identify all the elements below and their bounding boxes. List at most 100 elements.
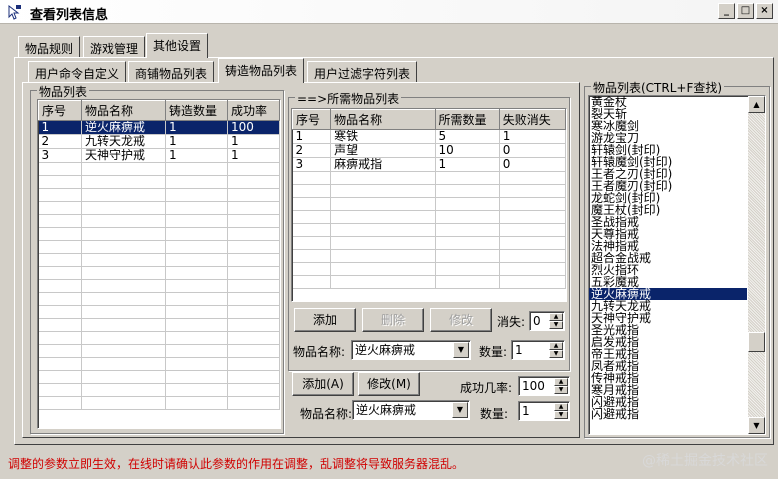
list-item[interactable]: 魔王杖(封印)	[589, 204, 747, 216]
close-button[interactable]: ×	[756, 3, 773, 19]
column-header-item-name[interactable]: 物品名称	[330, 109, 436, 130]
vanish-spinner[interactable]: 0 ▲ ▼	[529, 311, 565, 331]
column-header-index[interactable]: 序号	[292, 109, 332, 130]
vertical-scrollbar[interactable]: ▲ ▼	[748, 96, 765, 434]
tab-shop-items[interactable]: 商铺物品列表	[128, 61, 215, 83]
cell: 3	[38, 148, 82, 163]
list-item[interactable]: 寒月戒指	[589, 384, 747, 396]
chevron-down-icon[interactable]: ▼	[452, 402, 468, 418]
spin-up-icon[interactable]: ▲	[549, 342, 563, 350]
spin-down-icon[interactable]: ▼	[549, 350, 563, 358]
required-qty-label: 数量:	[479, 345, 508, 359]
list-item[interactable]: 轩辕剑(封印)	[589, 144, 747, 156]
cell: 1	[227, 148, 280, 163]
required-qty-spinner[interactable]: 1 ▲ ▼	[511, 340, 565, 360]
maximize-button[interactable]: □	[737, 3, 754, 19]
cell: 寒铁	[330, 129, 436, 144]
column-header-required-qty[interactable]: 所需数量	[434, 109, 500, 130]
success-rate-spinner[interactable]: 100 ▲ ▼	[518, 376, 570, 396]
tab-user-commands[interactable]: 用户命令自定义	[28, 61, 127, 83]
list-item[interactable]: 启发戒指	[589, 336, 747, 348]
minimize-button[interactable]: _	[718, 3, 735, 19]
list-item[interactable]: 烈火指环	[589, 264, 747, 276]
list-item[interactable]: 天尊指戒	[589, 228, 747, 240]
required-item-name-label: 物品名称:	[293, 345, 346, 359]
scroll-thumb[interactable]	[748, 332, 765, 352]
title-bar[interactable]: 查看列表信息 _ □ ×	[0, 0, 778, 24]
scroll-up-icon[interactable]: ▲	[748, 96, 765, 113]
cell: 1	[227, 134, 280, 149]
table-row[interactable]: 3 麻痹戒指 1 0	[292, 157, 566, 172]
list-item[interactable]: 天神守护戒	[589, 312, 747, 324]
table-row[interactable]: 3 天神守护戒 1 1	[38, 148, 280, 163]
spin-up-icon[interactable]: ▲	[554, 378, 568, 386]
table-row[interactable]: 1 寒铁 5 1	[292, 129, 566, 144]
tab-other-settings[interactable]: 其他设置	[146, 33, 209, 58]
list-item[interactable]: 闪避戒指	[589, 396, 747, 408]
list-item[interactable]: 闪避戒指	[589, 408, 747, 420]
list-item[interactable]: 游龙宝刀	[589, 132, 747, 144]
item-list-group: 物品列表 序号 物品名称 铸造数量 成功率 1 逆火麻痹戒 1 100 2 九转…	[30, 83, 284, 434]
all-items-group: 物品列表(CTRL+F查找) 黄金杖 裂天斩 寒冰魔剑 游龙宝刀 轩辕剑(封印)…	[584, 79, 770, 438]
list-item[interactable]: 寒冰魔剑	[589, 120, 747, 132]
cell: 1	[292, 129, 332, 144]
list-item[interactable]: 王者魔刃(封印)	[589, 180, 747, 192]
tab-user-filter-chars[interactable]: 用户过滤字符列表	[307, 61, 418, 83]
list-item[interactable]: 裂天斩	[589, 108, 747, 120]
table-row[interactable]: 2 声望 10 0	[292, 143, 566, 158]
success-rate-label: 成功几率:	[460, 381, 513, 395]
spin-down-icon[interactable]: ▼	[554, 411, 568, 419]
add-required-item-button[interactable]: 添加	[294, 308, 356, 332]
chevron-down-icon[interactable]: ▼	[453, 342, 469, 358]
cell: 天神守护戒	[81, 148, 166, 163]
required-item-name-combo[interactable]: 逆火麻痹戒 ▼	[351, 340, 471, 360]
list-item[interactable]: 传神戒指	[589, 372, 747, 384]
list-item[interactable]: 黄金杖	[589, 96, 747, 108]
spin-down-icon[interactable]: ▼	[554, 386, 568, 394]
list-item[interactable]: 法神指戒	[589, 240, 747, 252]
cell: 0	[499, 157, 566, 172]
list-item[interactable]: 圣光戒指	[589, 324, 747, 336]
list-item[interactable]: 帝王戒指	[589, 348, 747, 360]
all-items-listbox[interactable]: 黄金杖 裂天斩 寒冰魔剑 游龙宝刀 轩辕剑(封印) 轩辕魔剑(封印) 王者之刃(…	[588, 95, 766, 435]
list-item[interactable]: 超合金战戒	[589, 252, 747, 264]
cell: 0	[499, 143, 566, 158]
cell: 10	[435, 143, 500, 158]
spin-up-icon[interactable]: ▲	[554, 403, 568, 411]
modify-required-item-button[interactable]: 修改	[430, 308, 492, 332]
cell: 九转天龙戒	[81, 134, 166, 149]
list-item[interactable]: 王者之刃(封印)	[589, 168, 747, 180]
list-item[interactable]: 五彩魔戒	[589, 276, 747, 288]
scroll-down-icon[interactable]: ▼	[748, 417, 765, 434]
cell: 1	[165, 148, 228, 163]
delete-required-item-button[interactable]: 删除	[362, 308, 424, 332]
required-items-group: ==>所需物品列表 序号 物品名称 所需数量 失败消失 1 寒铁 5 1 2 声…	[288, 90, 570, 371]
table-row[interactable]: 2 九转天龙戒 1 1	[38, 134, 280, 149]
cell: 1	[38, 120, 82, 135]
column-header-forge-qty[interactable]: 铸造数量	[165, 100, 228, 121]
list-item[interactable]: 九转天龙戒	[589, 300, 747, 312]
spin-down-icon[interactable]: ▼	[549, 321, 563, 329]
spin-up-icon[interactable]: ▲	[549, 313, 563, 321]
forge-item-name-combo[interactable]: 逆火麻痹戒 ▼	[352, 400, 470, 420]
list-item[interactable]: 龙蛇剑(封印)	[589, 192, 747, 204]
required-item-name-value: 逆火麻痹戒	[355, 343, 416, 357]
table-row[interactable]: 1 逆火麻痹戒 1 100	[38, 120, 280, 135]
tab-item-rules[interactable]: 物品规则	[18, 36, 81, 58]
list-item[interactable]: 轩辕魔剑(封印)	[589, 156, 747, 168]
tab-game-management[interactable]: 游戏管理	[83, 36, 146, 58]
forge-qty-label: 数量:	[480, 407, 509, 421]
cell: 逆火麻痹戒	[81, 120, 166, 135]
add-forge-item-button[interactable]: 添加(A)	[292, 372, 354, 396]
column-header-fail-vanish[interactable]: 失败消失	[498, 109, 566, 130]
list-item[interactable]: 凤者戒指	[589, 360, 747, 372]
column-header-item-name[interactable]: 物品名称	[81, 100, 166, 121]
tab-forge-items[interactable]: 铸造物品列表	[218, 58, 305, 83]
column-header-index[interactable]: 序号	[38, 100, 82, 121]
column-header-success-rate[interactable]: 成功率	[227, 100, 280, 121]
cell: 100	[227, 120, 280, 135]
modify-forge-item-button[interactable]: 修改(M)	[358, 372, 420, 396]
forge-qty-spinner[interactable]: 1 ▲ ▼	[518, 401, 570, 421]
list-item[interactable]: 圣战指戒	[589, 216, 747, 228]
list-item-selected[interactable]: 逆火麻痹戒	[589, 288, 747, 300]
